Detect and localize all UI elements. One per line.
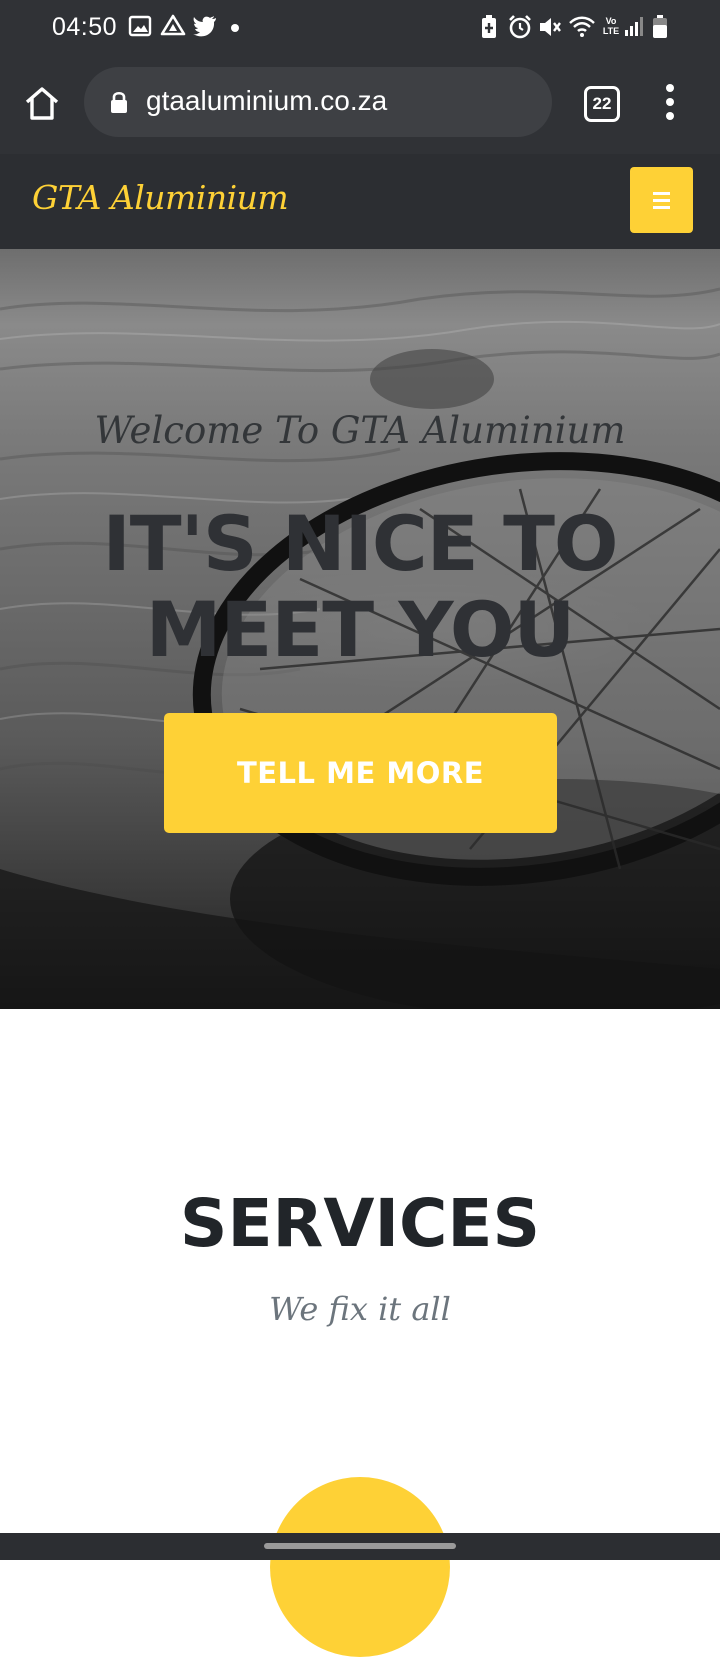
hamburger-menu-button[interactable] — [630, 167, 693, 233]
gallery-icon — [128, 15, 152, 37]
battery-icon — [653, 15, 667, 38]
brand-logo[interactable]: GTA Aluminium — [32, 178, 289, 217]
battery-saver-icon — [482, 15, 496, 38]
alarm-icon — [509, 15, 531, 39]
status-bar: 04:50 Vo LTE — [0, 0, 720, 56]
browser-toolbar: gtaaluminium.co.za 22 — [0, 56, 720, 154]
home-gesture-handle[interactable] — [264, 1543, 456, 1549]
mute-icon — [540, 18, 561, 36]
tell-me-more-button[interactable]: TELL ME MORE — [164, 713, 557, 833]
hero-section: Welcome To GTA Aluminium IT'S NICE TO ME… — [0, 249, 720, 1009]
twitter-icon — [193, 16, 216, 37]
site-navbar: GTA Aluminium — [0, 154, 720, 249]
tab-switcher-button[interactable]: 22 — [584, 86, 620, 122]
lock-icon — [111, 91, 127, 113]
services-heading: SERVICES — [179, 1185, 541, 1262]
volte-icon: Vo LTE — [602, 16, 620, 36]
address-bar[interactable]: gtaaluminium.co.za — [84, 67, 552, 137]
url-text: gtaaluminium.co.za — [146, 85, 388, 116]
services-subheading: We fix it all — [269, 1290, 451, 1328]
service-icon-circle — [270, 1477, 450, 1657]
wifi-icon — [569, 16, 595, 37]
hero-title: IT'S NICE TO MEET YOU — [102, 499, 618, 674]
hero-subtitle: Welcome To GTA Aluminium — [94, 409, 626, 452]
status-time: 04:50 — [52, 13, 118, 41]
more-options-icon[interactable] — [660, 84, 680, 120]
notification-dot-icon — [231, 24, 239, 32]
system-navigation-bar — [0, 1533, 720, 1560]
drive-icon — [160, 14, 186, 36]
signal-icon — [625, 17, 643, 36]
home-icon[interactable] — [22, 83, 62, 123]
